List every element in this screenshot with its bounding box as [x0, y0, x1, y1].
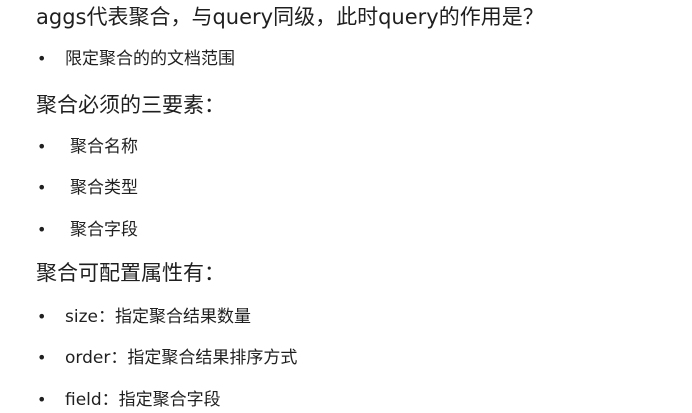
- list-item-query-scope: • 限定聚合的的文档范围: [36, 47, 235, 71]
- bullet-marker: •: [37, 49, 47, 68]
- list-item-text: order：指定聚合结果排序方式: [65, 348, 298, 368]
- list-item-text: field：指定聚合字段: [65, 390, 221, 410]
- bullet-marker: •: [37, 348, 47, 367]
- list-item-text: 聚合名称: [70, 137, 138, 157]
- bullet-marker: •: [37, 390, 47, 409]
- list-item-size: • size：指定聚合结果数量: [36, 305, 251, 329]
- list-item-agg-field: • 聚合字段: [36, 218, 138, 242]
- list-item-agg-name: • 聚合名称: [36, 135, 138, 159]
- bullet-marker: •: [37, 137, 47, 156]
- list-item-text: 聚合类型: [70, 178, 138, 198]
- bullet-marker: •: [37, 220, 47, 239]
- list-item-order: • order：指定聚合结果排序方式: [36, 346, 297, 370]
- list-item-text: 聚合字段: [70, 220, 138, 240]
- list-item-text: size：指定聚合结果数量: [65, 307, 251, 327]
- bullet-marker: •: [37, 178, 47, 197]
- bullet-marker: •: [37, 307, 47, 326]
- list-item-agg-type: • 聚合类型: [36, 176, 138, 200]
- list-item-field: • field：指定聚合字段: [36, 388, 221, 412]
- section-heading-configurable-props: 聚合可配置属性有：: [36, 261, 225, 285]
- list-item-text: 限定聚合的的文档范围: [65, 49, 235, 69]
- section-heading-three-elements: 聚合必须的三要素：: [36, 93, 225, 117]
- section-heading-aggs-query: aggs代表聚合，与query同级，此时query的作用是？: [36, 5, 544, 29]
